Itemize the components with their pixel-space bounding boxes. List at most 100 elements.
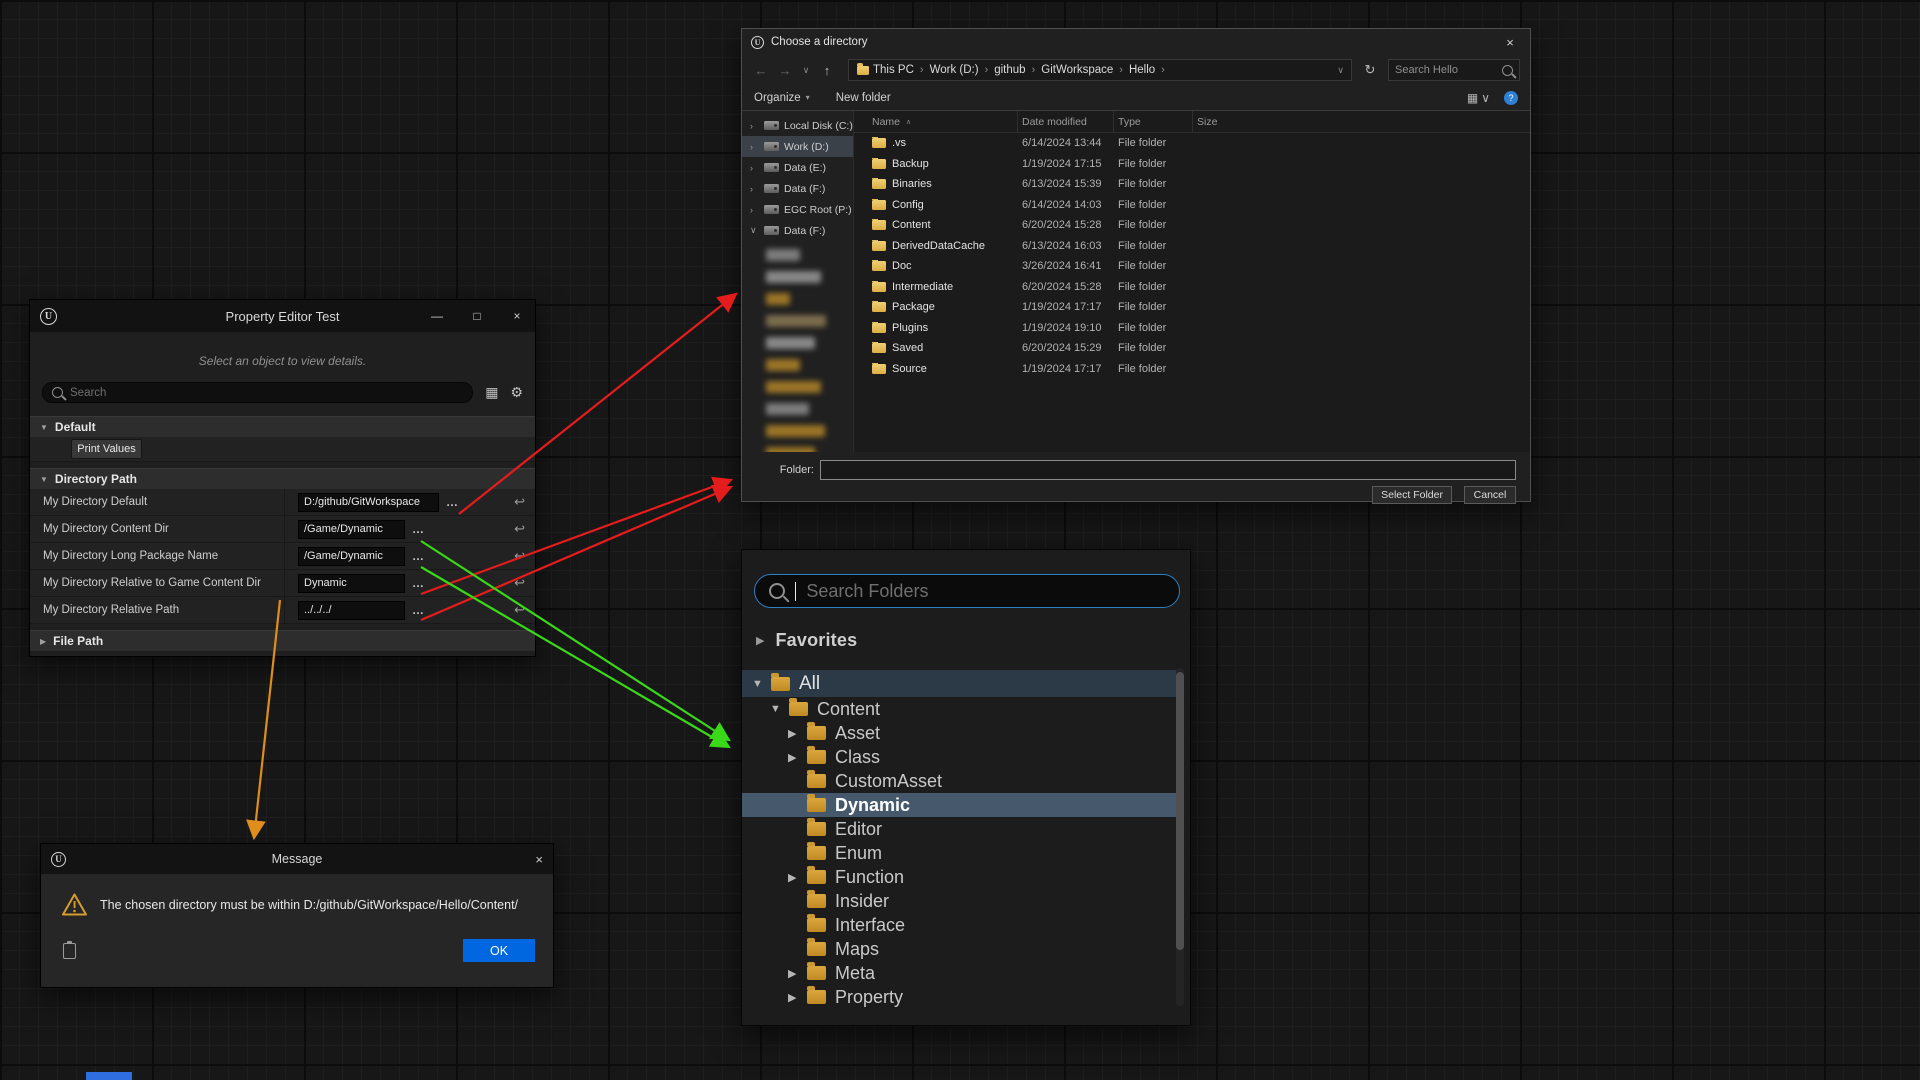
window-titlebar[interactable]: U Property Editor Test — □ × [30, 300, 535, 332]
reset-to-default-icon[interactable]: ↩ [514, 521, 525, 537]
folder-tree-item[interactable]: Enum [742, 841, 1182, 865]
settings-gear-icon[interactable]: ⚙ [510, 384, 523, 401]
drive-item[interactable]: › EGC Root (P:) [742, 199, 853, 220]
drive-item[interactable]: › Work (D:) [742, 136, 853, 157]
property-label: My Directory Long Package Name [30, 543, 285, 569]
message-titlebar[interactable]: U Message × [41, 844, 553, 874]
reset-to-default-icon[interactable]: ↩ [514, 602, 525, 618]
select-folder-button[interactable]: Select Folder [1372, 486, 1452, 504]
folder-tree-item[interactable]: ▶ Property [742, 985, 1182, 1009]
folder-icon [807, 750, 826, 764]
column-header-size[interactable]: Size [1193, 111, 1253, 132]
details-search-input[interactable] [70, 387, 463, 399]
favorites-section-header[interactable]: ▶ Favorites [756, 630, 857, 651]
drive-item[interactable]: ∨ Data (F:) [742, 220, 853, 241]
drive-item[interactable]: › Data (E:) [742, 157, 853, 178]
browse-ellipsis-button[interactable]: … [412, 576, 424, 590]
new-folder-button[interactable]: New folder [836, 92, 891, 104]
reset-to-default-icon[interactable]: ↩ [514, 494, 525, 510]
column-header-type[interactable]: Type [1114, 111, 1193, 132]
breadcrumb-item[interactable]: Hello › [1129, 64, 1171, 76]
forward-icon[interactable]: → [776, 63, 794, 78]
file-row[interactable]: Source 1/19/2024 17:17 File folder [854, 359, 1530, 380]
history-dropdown-icon[interactable]: ∨ [800, 65, 812, 76]
folder-tree-item[interactable]: Interface [742, 913, 1182, 937]
reset-to-default-icon[interactable]: ↩ [514, 548, 525, 564]
print-values-button[interactable]: Print Values [71, 439, 142, 459]
folder-tree-item[interactable]: ▶ Asset [742, 721, 1182, 745]
folder-tree-item[interactable]: ▶ Class [742, 745, 1182, 769]
explorer-search-box[interactable] [1388, 59, 1520, 81]
ok-button[interactable]: OK [463, 939, 535, 962]
minimize-icon[interactable]: — [429, 309, 445, 323]
property-value-field[interactable]: /Game/Dynamic [298, 520, 405, 539]
file-row[interactable]: Content 6/20/2024 15:28 File folder [854, 215, 1530, 236]
back-icon[interactable]: ← [752, 63, 770, 78]
maximize-icon[interactable]: □ [469, 309, 485, 323]
section-header-default[interactable]: ▼ Default [30, 416, 535, 437]
property-rows: My Directory Default D:/github/GitWorksp… [30, 489, 535, 624]
copy-to-clipboard-icon[interactable] [63, 943, 76, 959]
file-row[interactable]: Binaries 6/13/2024 15:39 File folder [854, 174, 1530, 195]
file-row[interactable]: Saved 6/20/2024 15:29 File folder [854, 338, 1530, 359]
folder-tree-item[interactable]: Dynamic [742, 793, 1182, 817]
file-row[interactable]: Doc 3/26/2024 16:41 File folder [854, 256, 1530, 277]
breadcrumb-item[interactable]: GitWorkspace › [1041, 64, 1129, 76]
column-header-name[interactable]: Name ∧ [854, 111, 1018, 132]
up-icon[interactable]: ↑ [818, 63, 836, 78]
breadcrumb-item[interactable]: github › [994, 64, 1041, 76]
details-search-box[interactable] [42, 382, 473, 403]
drive-item[interactable]: › Local Disk (C:) [742, 115, 853, 136]
property-value-field[interactable]: ../../../ [298, 601, 405, 620]
reset-to-default-icon[interactable]: ↩ [514, 575, 525, 591]
folder-tree-item[interactable]: Maps [742, 937, 1182, 961]
file-row[interactable]: Intermediate 6/20/2024 15:28 File folder [854, 277, 1530, 298]
section-header-file-path[interactable]: ▶ File Path [30, 630, 535, 651]
browse-ellipsis-button[interactable]: … [412, 522, 424, 536]
browse-ellipsis-button[interactable]: … [412, 603, 424, 617]
property-value-field[interactable]: D:/github/GitWorkspace [298, 493, 439, 512]
display-options-icon[interactable]: ▦ [485, 384, 498, 401]
search-icon [769, 583, 785, 599]
folder-tree-item[interactable]: CustomAsset [742, 769, 1182, 793]
file-row[interactable]: .vs 6/14/2024 13:44 File folder [854, 133, 1530, 154]
section-header-directory-path[interactable]: ▼ Directory Path [30, 468, 535, 489]
breadcrumb-item[interactable]: This PC › [873, 64, 930, 76]
refresh-icon[interactable]: ↻ [1358, 62, 1382, 78]
view-mode-button[interactable]: ▦ ∨ [1467, 91, 1490, 105]
explorer-search-input[interactable] [1395, 64, 1496, 76]
file-row[interactable]: DerivedDataCache 6/13/2024 16:03 File fo… [854, 236, 1530, 257]
file-row[interactable]: Package 1/19/2024 17:17 File folder [854, 297, 1530, 318]
dialog-titlebar[interactable]: U Choose a directory × [742, 29, 1530, 55]
folder-name-input[interactable] [820, 460, 1516, 480]
cancel-button[interactable]: Cancel [1464, 486, 1516, 504]
folder-tree-item[interactable]: ▼ All [742, 670, 1182, 697]
organize-menu[interactable]: Organize ▾ [754, 92, 810, 104]
property-value-field[interactable]: Dynamic [298, 574, 405, 593]
help-icon[interactable]: ? [1504, 91, 1518, 105]
folder-search-input[interactable] [806, 581, 1165, 602]
dialog-toolbar: Organize ▾ New folder ▦ ∨ ? [742, 85, 1530, 111]
file-row[interactable]: Config 6/14/2024 14:03 File folder [854, 195, 1530, 216]
folder-tree-item[interactable]: ▶ Meta [742, 961, 1182, 985]
folder-tree-item[interactable]: ▶ Function [742, 865, 1182, 889]
scrollbar-track[interactable] [1176, 668, 1184, 1006]
folder-tree-item[interactable]: Editor [742, 817, 1182, 841]
file-row[interactable]: Plugins 1/19/2024 19:10 File folder [854, 318, 1530, 339]
folder-search-box[interactable] [754, 574, 1180, 608]
close-icon[interactable]: × [509, 309, 525, 323]
folder-tree-item[interactable]: ▼ Content [742, 697, 1182, 721]
close-icon[interactable]: × [1490, 29, 1530, 55]
scrollbar-thumb[interactable] [1176, 672, 1184, 950]
property-value-field[interactable]: /Game/Dynamic [298, 547, 405, 566]
address-bar[interactable]: This PC › Work (D:) › github › [848, 59, 1352, 81]
folder-tree-item[interactable]: Insider [742, 889, 1182, 913]
file-row[interactable]: Backup 1/19/2024 17:15 File folder [854, 154, 1530, 175]
browse-ellipsis-button[interactable]: … [446, 495, 458, 509]
close-icon[interactable]: × [535, 852, 543, 867]
drive-item[interactable]: › Data (F:) [742, 178, 853, 199]
breadcrumb-item[interactable]: Work (D:) › [930, 64, 995, 76]
address-dropdown-icon[interactable]: ∨ [1334, 65, 1347, 76]
column-header-date[interactable]: Date modified [1018, 111, 1114, 132]
browse-ellipsis-button[interactable]: … [412, 549, 424, 563]
